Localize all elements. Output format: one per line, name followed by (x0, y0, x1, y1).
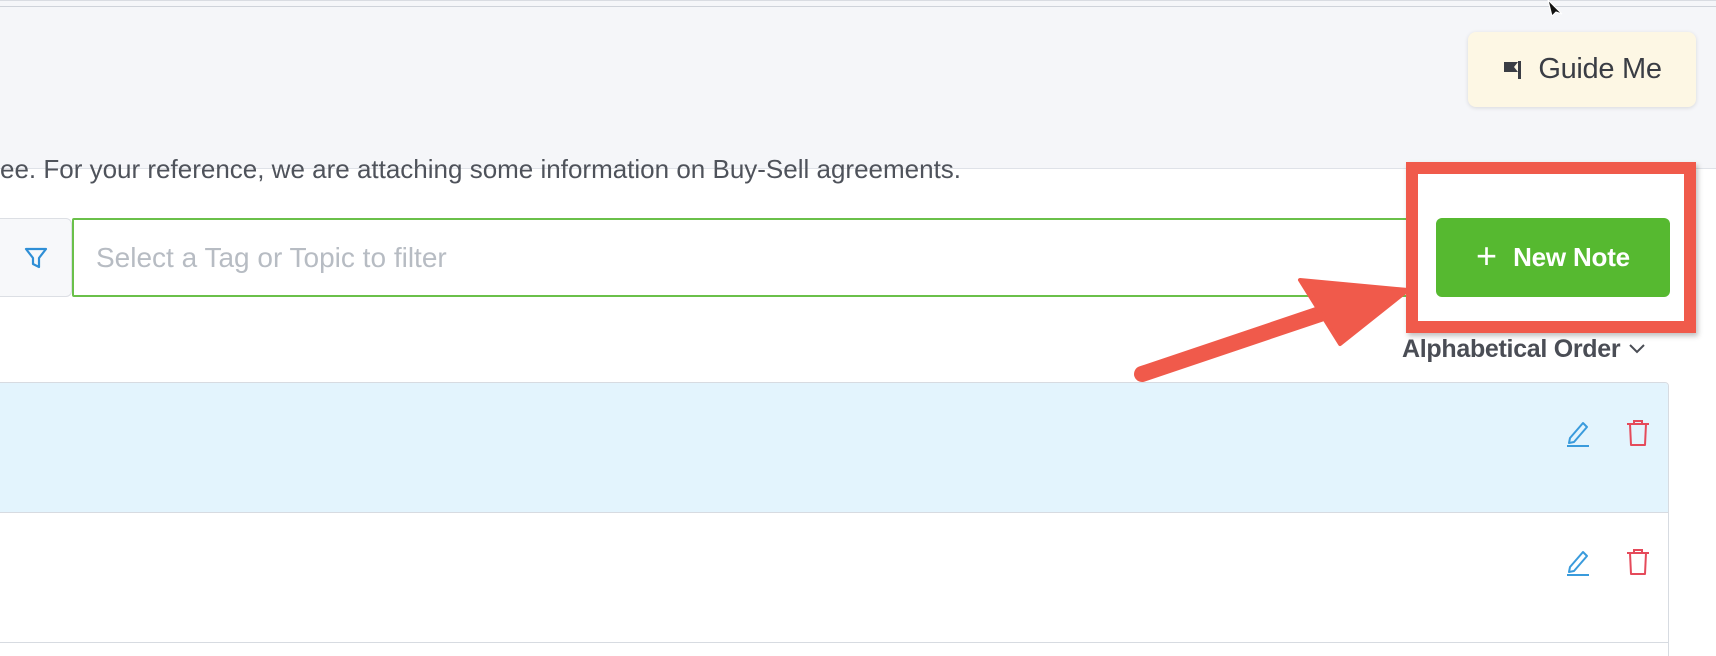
trash-icon (1627, 549, 1649, 575)
edit-note-button[interactable] (1562, 417, 1594, 449)
chevron-down-icon (1629, 344, 1645, 354)
note-text: ee. For your reference, we are attaching… (0, 154, 962, 184)
top-divider (0, 6, 1716, 7)
delete-note-button[interactable] (1622, 546, 1654, 578)
filter-toggle[interactable] (0, 218, 72, 297)
note-row[interactable] (0, 513, 1668, 643)
annotation-highlight-box (1406, 162, 1696, 333)
edit-note-button[interactable] (1562, 546, 1594, 578)
sort-order-dropdown[interactable]: Alphabetical Order (1402, 334, 1646, 364)
filter-icon (24, 247, 48, 268)
sort-order-label: Alphabetical Order (1402, 334, 1621, 363)
header-band (0, 0, 1716, 169)
pencil-icon (1567, 551, 1589, 576)
pencil-icon (1567, 422, 1589, 447)
delete-note-button[interactable] (1622, 417, 1654, 449)
mouse-cursor-icon (1547, 0, 1563, 16)
notes-list (0, 382, 1669, 656)
annotation-arrow (1134, 278, 1410, 382)
guide-me-button[interactable]: Guide Me (1468, 32, 1696, 107)
flag-icon (1504, 60, 1522, 79)
guide-me-label: Guide Me (1538, 53, 1662, 85)
note-row[interactable] (0, 383, 1668, 513)
trash-icon (1627, 420, 1649, 446)
notes-page: Guide Me + New Note Alphabetical Order e… (0, 0, 1716, 656)
